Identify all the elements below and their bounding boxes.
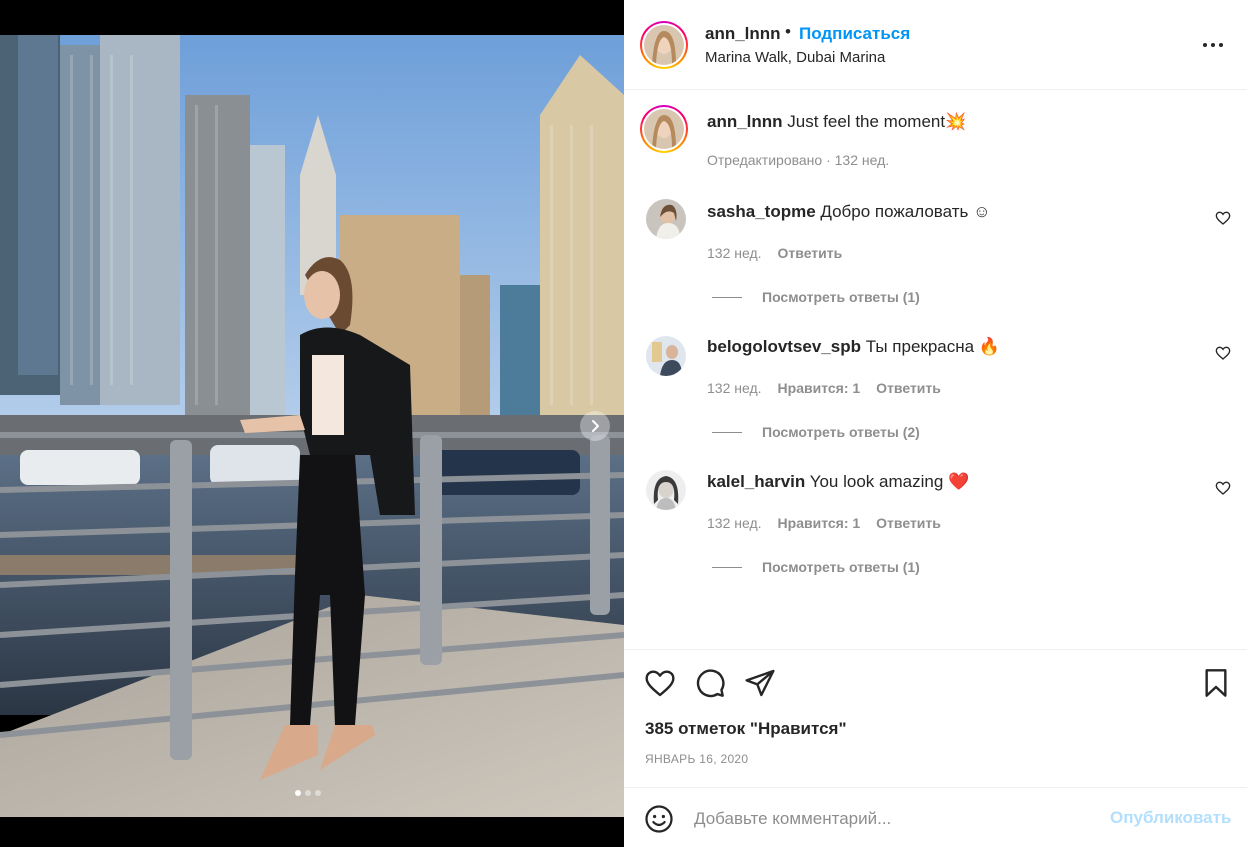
post-photo[interactable] [0,35,624,817]
comment-username[interactable]: belogolovtsev_spb [707,337,861,356]
chevron-right-icon [592,420,599,432]
carousel-dot [315,790,321,796]
post-media [0,0,624,847]
post-header: ann_lnnn • Подписаться Marina Walk, Duba… [624,0,1247,90]
carousel-dot [305,790,311,796]
comment-text: belogolovtsev_spb Ты прекрасна 🔥 [707,337,1000,357]
post-date[interactable]: ЯНВАРЬ 16, 2020 [645,752,748,766]
replies-divider [712,296,742,298]
comment-meta: 132 нед. Ответить [707,245,842,261]
caption-text: ann_lnnn Just feel the moment💥 [707,112,966,132]
view-replies-label: Посмотреть ответы (1) [762,289,920,305]
comment-body: Ты прекрасна [860,337,979,356]
reply-button[interactable]: Ответить [778,245,843,261]
replies-divider [712,566,742,568]
avatar-image [644,109,684,149]
commenter-avatar[interactable] [646,336,686,376]
view-replies-label: Посмотреть ответы (2) [762,424,920,440]
bookmark-icon[interactable] [1200,667,1232,699]
carousel-indicator [295,790,321,796]
comment-emoji: 🔥 [978,337,1000,356]
comment-meta: 132 нед. Нравится: 1 Ответить [707,380,941,396]
publish-button[interactable]: Опубликовать [1110,808,1231,828]
comment-body: You look amazing [805,472,948,491]
comment-like-heart-icon[interactable] [1215,480,1231,496]
likes-count[interactable]: 385 отметок "Нравится" [645,719,847,739]
comment-text: kalel_harvin You look amazing ❤️ [707,472,969,492]
commenter-avatar[interactable] [646,199,686,239]
view-replies-button[interactable]: Посмотреть ответы (1) [712,289,920,305]
commenter-avatar[interactable] [646,470,686,510]
add-comment-bar: Опубликовать [624,787,1247,847]
reply-button[interactable]: Ответить [876,515,941,531]
caption-body: Just feel the moment [782,112,946,131]
view-replies-button[interactable]: Посмотреть ответы (2) [712,424,920,440]
comment-likes-count[interactable]: Нравится: 1 [778,380,861,396]
comment-likes-count[interactable]: Нравится: 1 [778,515,861,531]
carousel-next-button[interactable] [580,411,610,441]
caption-username[interactable]: ann_lnnn [707,112,783,131]
comment-emoji: ❤️ [948,472,970,491]
share-icon[interactable] [744,667,776,699]
view-replies-button[interactable]: Посмотреть ответы (1) [712,559,920,575]
carousel-dot [295,790,301,796]
comments-list: ann_lnnn Just feel the moment💥 Отредакти… [624,91,1247,649]
separator-dot: • [785,22,791,41]
comment-time[interactable]: 132 нед. [707,245,762,261]
caption-meta: Отредактировано · 132 нед. [707,152,890,168]
comment-username[interactable]: sasha_topme [707,202,816,221]
post-actions: 385 отметок "Нравится" ЯНВАРЬ 16, 2020 [624,649,1247,787]
avatar-image [644,25,684,65]
post-location[interactable]: Marina Walk, Dubai Marina [705,49,885,66]
comment-icon[interactable] [694,667,726,699]
comment-body: Добро пожаловать ☺ [815,202,991,221]
comment-username[interactable]: kalel_harvin [707,472,805,491]
post-side-panel: ann_lnnn • Подписаться Marina Walk, Duba… [624,0,1247,847]
comment-time[interactable]: 132 нед. [707,515,762,531]
view-replies-label: Посмотреть ответы (1) [762,559,920,575]
more-horizontal-icon[interactable] [1201,33,1225,57]
comment-input[interactable] [694,806,1094,832]
follow-button[interactable]: Подписаться [799,24,910,44]
replies-divider [712,431,742,433]
caption-avatar[interactable] [640,105,688,153]
comment-time[interactable]: 132 нед. [707,380,762,396]
comment-like-heart-icon[interactable] [1215,345,1231,361]
smiley-icon[interactable] [644,804,674,834]
author-username[interactable]: ann_lnnn [705,24,781,44]
reply-button[interactable]: Ответить [876,380,941,396]
comment-text: sasha_topme Добро пожаловать ☺ [707,202,990,222]
comment-like-heart-icon[interactable] [1215,210,1231,226]
caption-emoji: 💥 [945,112,967,131]
heart-icon[interactable] [644,667,676,699]
author-avatar[interactable] [640,21,688,69]
comment-meta: 132 нед. Нравится: 1 Ответить [707,515,941,531]
